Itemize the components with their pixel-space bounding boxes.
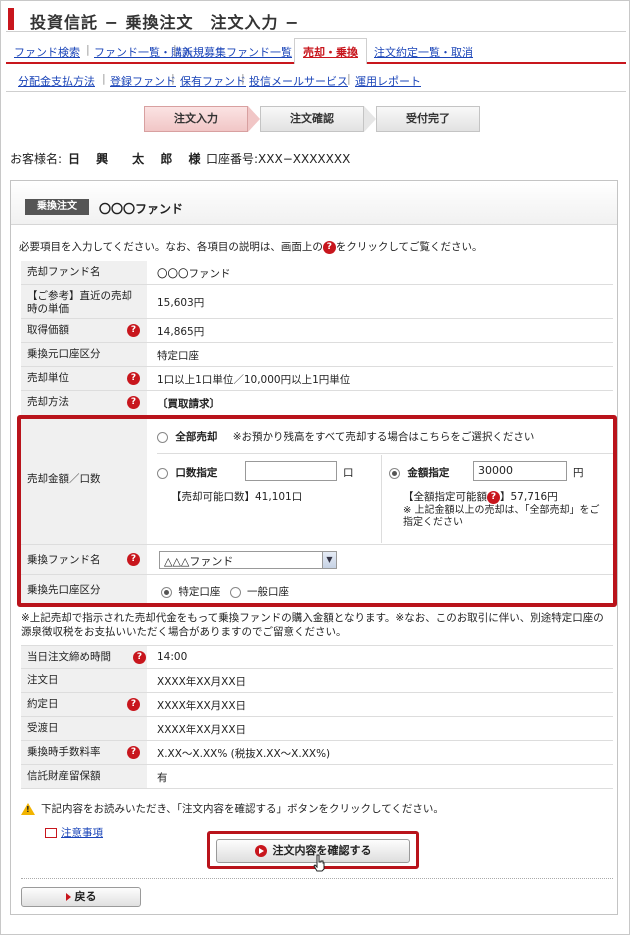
nav-new-funds[interactable]: 新規募集ファンド一覧 bbox=[182, 44, 292, 60]
row-fee: 乗換時手数料率 ? X.XX～X.XX% (税抜X.XX～X.XX%) bbox=[21, 741, 613, 765]
switch-note: ※上記売却で指示された売却代金をもって乗換ファンドの購入金額となります。※なお、… bbox=[21, 612, 604, 638]
document-icon bbox=[45, 828, 57, 838]
row-order-date: 注文日 XXXX年XX月XX日 bbox=[21, 669, 613, 693]
reserve-value: 有 bbox=[157, 772, 168, 784]
src-account-value: 特定口座 bbox=[157, 350, 199, 362]
nav-fund-search[interactable]: ファンド検索 bbox=[14, 44, 80, 60]
back-button[interactable]: 戻る bbox=[21, 887, 141, 907]
title-accent-bar bbox=[8, 8, 14, 30]
step-complete: 受付完了 bbox=[376, 106, 480, 132]
step-arrow bbox=[248, 106, 260, 132]
notes-link[interactable]: 注意事項 bbox=[45, 825, 103, 840]
help-icon[interactable]: ? bbox=[127, 396, 140, 409]
account-number: 口座番号:XXX−XXXXXXX bbox=[206, 152, 351, 166]
step-confirm: 注文確認 bbox=[260, 106, 364, 132]
customer-name-label: お客様名: bbox=[10, 152, 63, 166]
fund-title: 〇〇〇ファンド bbox=[99, 202, 184, 216]
trade-date-value: XXXX年XX月XX日 bbox=[157, 700, 247, 712]
nav-registered-funds[interactable]: 登録ファンド bbox=[110, 73, 176, 89]
tab-sell-switch[interactable]: 売却・乗換 bbox=[294, 38, 367, 64]
help-icon[interactable]: ? bbox=[127, 372, 140, 385]
row-acq-price: 取得価額 ? 14,865円 bbox=[21, 319, 613, 343]
help-icon[interactable]: ? bbox=[127, 746, 140, 759]
page-title: 投資信託 − 乗換注文 注文入力 − bbox=[30, 13, 300, 32]
acq-price-value: 14,865円 bbox=[157, 326, 205, 338]
help-icon[interactable]: ? bbox=[322, 240, 336, 254]
row-delivery-date: 受渡日 XXXX年XX月XX日 bbox=[21, 717, 613, 741]
nav-order-list[interactable]: 注文約定一覧・取消 bbox=[374, 44, 473, 60]
row-sell-unit: 売却単位 ? 1口以上1口単位／10,000円以上1円単位 bbox=[21, 367, 613, 391]
row-sell-fund: 売却ファンド名 〇〇〇ファンド bbox=[21, 261, 613, 285]
nav-fund-list[interactable]: ファンド一覧・購入 bbox=[94, 44, 193, 60]
secondary-nav: 分配金支払方法 | 登録ファンド | 保有ファンド | 投信メールサービス | … bbox=[6, 66, 626, 92]
nav-held-funds[interactable]: 保有ファンド bbox=[180, 73, 246, 89]
customer-name: 日 興 太 郎 様 bbox=[68, 152, 207, 166]
sell-fund-value: 〇〇〇ファンド bbox=[157, 268, 231, 280]
help-icon[interactable]: ? bbox=[133, 651, 146, 664]
nav-mail-service[interactable]: 投信メールサービス bbox=[249, 73, 348, 89]
sell-method-value: 〔買取請求〕 bbox=[157, 398, 220, 410]
play-icon bbox=[254, 845, 267, 857]
row-ref-price: 【ご参考】直近の売却時の単価 15,603円 bbox=[21, 285, 613, 319]
nav-distribution[interactable]: 分配金支払方法 bbox=[18, 73, 95, 89]
primary-nav: ファンド検索 | ファンド一覧・購入 | 新規募集ファンド一覧 売却・乗換 注文… bbox=[6, 38, 626, 64]
ref-price-value: 15,603円 bbox=[157, 297, 205, 309]
warning-icon: ! bbox=[21, 803, 35, 815]
cutoff-value: 14:00 bbox=[157, 651, 188, 663]
row-sell-method: 売却方法 ? 〔買取請求〕 bbox=[21, 391, 613, 415]
back-arrow-icon bbox=[65, 893, 71, 901]
divider bbox=[21, 878, 613, 879]
row-src-account: 乗換元口座区分 特定口座 bbox=[21, 343, 613, 367]
order-type-badge: 乗換注文 bbox=[25, 199, 89, 215]
row-reserve: 信託財産留保額 有 bbox=[21, 765, 613, 789]
nav-reports[interactable]: 運用レポート bbox=[355, 73, 421, 89]
row-trade-date: 約定日 ? XXXX年XX月XX日 bbox=[21, 693, 613, 717]
order-date-value: XXXX年XX月XX日 bbox=[157, 676, 247, 688]
warning-message: ! 下記内容をお読みいただき、「注文内容を確認する」ボタンをクリックしてください。 bbox=[21, 801, 613, 816]
help-icon[interactable]: ? bbox=[127, 324, 140, 337]
row-cutoff: 当日注文締め時間 ? 14:00 bbox=[21, 645, 613, 669]
fee-value: X.XX～X.XX% (税抜X.XX～X.XX%) bbox=[157, 748, 331, 760]
step-input: 注文入力 bbox=[144, 106, 248, 132]
help-icon[interactable]: ? bbox=[127, 698, 140, 711]
delivery-date-value: XXXX年XX月XX日 bbox=[157, 724, 247, 736]
page-header: 投資信託 − 乗換注文 注文入力 − bbox=[6, 6, 626, 32]
step-arrow bbox=[364, 106, 376, 132]
instructions: 必要項目を入力してください。なお、各項目の説明は、画面上の? をクリックしてご覧く… bbox=[19, 240, 483, 254]
hand-cursor-icon bbox=[313, 854, 325, 872]
order-panel-header: 乗換注文 〇〇〇ファンド bbox=[11, 181, 617, 225]
order-panel: 乗換注文 〇〇〇ファンド 必要項目を入力してください。なお、各項目の説明は、画面… bbox=[10, 180, 618, 915]
sell-unit-value: 1口以上1口単位／10,000円以上1円単位 bbox=[157, 374, 351, 386]
highlight-box bbox=[17, 415, 617, 607]
